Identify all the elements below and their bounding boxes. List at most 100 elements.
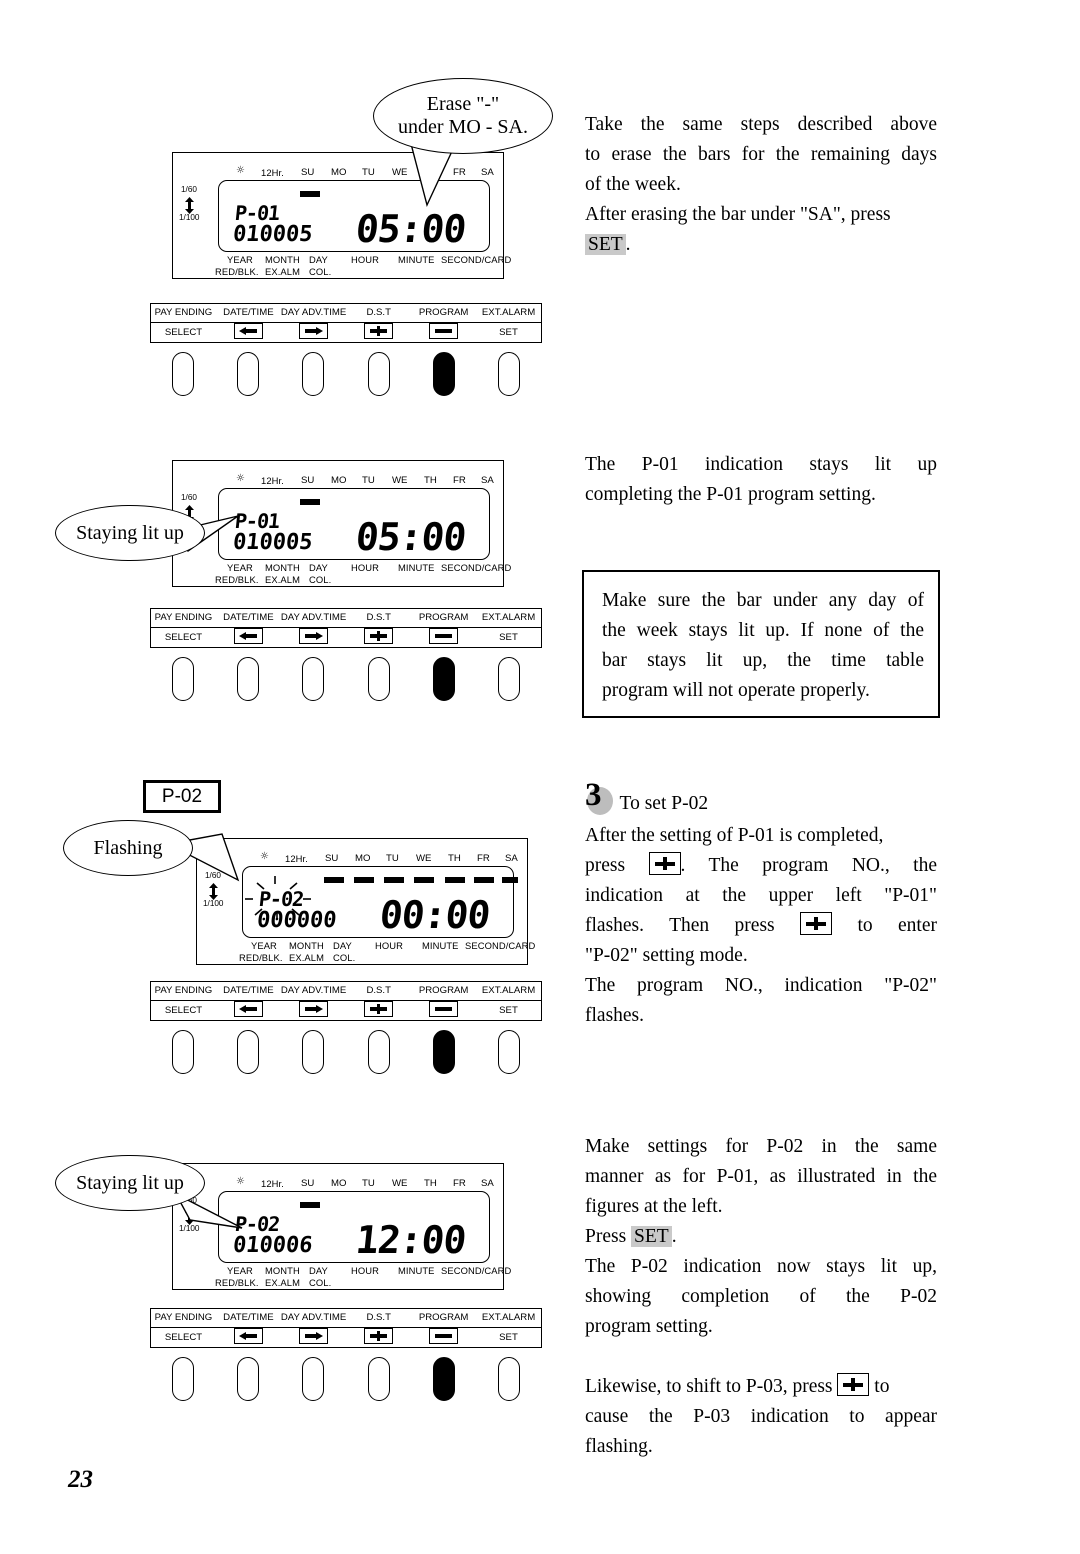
strip2-label-select: SELECT (164, 632, 203, 643)
minus-icon (429, 628, 458, 644)
key-cell-2-4 (411, 657, 476, 701)
key-pay-ending-1[interactable] (171, 352, 194, 396)
time-digits-3: 00:00 (377, 893, 492, 937)
note-box-line-1: Make sure the bar under any day of (602, 590, 924, 611)
key-pay-ending-3[interactable] (171, 1030, 194, 1074)
text-block-3-line-2: press . The program NO., the (585, 851, 937, 881)
text-block-4-line-8b: to (874, 1376, 890, 1397)
key-date-time-4[interactable] (236, 1357, 259, 1401)
key-cell-4-1 (215, 1357, 280, 1401)
day-label-fr-2: FR (453, 475, 466, 486)
strip3-label-pay-ending: PAY ENDING (154, 985, 213, 996)
day-label-th-3: TH (448, 853, 461, 864)
key-day-adv-time-4[interactable] (302, 1357, 325, 1401)
minus-icon (429, 323, 458, 339)
key-program-2[interactable] (432, 657, 455, 701)
day-label-th-4: TH (424, 1178, 437, 1189)
plus-key-inline-1 (648, 852, 681, 875)
key-program-3[interactable] (432, 1030, 455, 1074)
text-block-3-line-1: After the setting of P-01 is completed, (585, 825, 884, 846)
key-date-time-2[interactable] (236, 657, 259, 701)
key-dst-3[interactable] (367, 1030, 390, 1074)
key-dst-2[interactable] (367, 657, 390, 701)
footer-redblk-2: RED/BLK. (215, 574, 259, 585)
key-ext-alarm-3[interactable] (498, 1030, 521, 1074)
day-label-tu-4: TU (362, 1178, 375, 1189)
step-heading: To set P-02 (619, 793, 709, 814)
plus-icon (364, 323, 393, 339)
footer-day-4: DAY (309, 1265, 328, 1276)
note-box: Make sure the bar under any day of the w… (582, 570, 940, 718)
day-label-we-3: WE (416, 853, 432, 864)
key-cell-2-0 (150, 657, 215, 701)
strip1-label-pay-ending: PAY ENDING (154, 307, 213, 318)
strip3-label-date-time: DATE/TIME (223, 985, 274, 996)
key-day-adv-time-3[interactable] (302, 1030, 325, 1074)
key-day-adv-time-2[interactable] (302, 657, 325, 701)
footer-hour-3: HOUR (375, 940, 404, 951)
key-ext-alarm-1[interactable] (498, 352, 521, 396)
button-strip-3-bottom-row: SELECT SET (151, 1001, 541, 1021)
text-block-3-line-5: "P-02" setting mode. (585, 945, 748, 966)
day-label-mo-3: MO (355, 853, 371, 864)
key-ext-alarm-4[interactable] (498, 1357, 521, 1401)
strip1-label-ext-alarm: EXT.ALARM (481, 307, 536, 318)
footer-year-4: YEAR (227, 1265, 253, 1276)
key-cell-2-5 (477, 657, 542, 701)
scale-label-top-2: 1/60 (181, 493, 197, 502)
day-label-sa-2: SA (481, 475, 494, 486)
strip2-label-day-adv-time: DAY ADV.TIME (280, 612, 347, 623)
plus-key-inline-2 (800, 912, 833, 935)
callout-erase: Erase "-" under MO - SA. (373, 78, 553, 154)
strip3-label-dst: D.S.T (366, 985, 391, 996)
text-block-1-line-1: Take the same steps described above (585, 114, 937, 135)
strip4-plus-cell (346, 1328, 411, 1348)
key-date-time-1[interactable] (236, 352, 259, 396)
text-block-4-line-4a: Press (585, 1226, 627, 1247)
step-number-value: 3 (585, 777, 602, 813)
note-box-line-4: program will not operate properly. (602, 680, 870, 701)
day-label-we-2: WE (392, 475, 408, 486)
key-dst-4[interactable] (367, 1357, 390, 1401)
day-label-mo-4: MO (331, 1178, 347, 1189)
strip1-label-program: PROGRAM (418, 307, 469, 318)
text-block-1-line-4: After erasing the bar under "SA", press (585, 204, 891, 225)
key-cell-1-4 (411, 352, 476, 396)
key-pay-ending-2[interactable] (171, 657, 194, 701)
strip1-plus-cell (346, 323, 411, 343)
strip1-label-set: SET (499, 327, 518, 338)
text-block-4-line-5: The P-02 indication now stays lit up, (585, 1256, 937, 1277)
footer-col-4: COL. (309, 1277, 332, 1288)
strip3-label-select: SELECT (164, 1005, 203, 1016)
key-day-adv-time-1[interactable] (302, 352, 325, 396)
note-box-text: Make sure the bar under any day of the w… (602, 586, 924, 706)
key-pay-ending-4[interactable] (171, 1357, 194, 1401)
strip4-minus-cell (411, 1328, 476, 1348)
key-date-time-3[interactable] (236, 1030, 259, 1074)
text-block-4-line-3: figures at the left. (585, 1196, 723, 1217)
text-block-4-line-9: cause the P-03 indication to appear (585, 1406, 937, 1427)
right-arrow-icon (299, 628, 328, 644)
day-label-fr-3: FR (477, 853, 490, 864)
time-digits-4: 12:00 (353, 1218, 468, 1262)
key-cell-3-3 (346, 1030, 411, 1074)
key-cell-4-4 (411, 1357, 476, 1401)
key-row-3 (150, 1030, 542, 1074)
footer-day-2: DAY (309, 562, 328, 573)
strip1-right-arrow-cell (281, 323, 346, 343)
right-arrow-icon (299, 323, 328, 339)
key-cell-1-5 (477, 352, 542, 396)
key-cell-3-4 (411, 1030, 476, 1074)
text-block-3-line-4b: to enter (857, 915, 937, 936)
p02-box-label-text: P-02 (161, 786, 203, 807)
text-block-3-line-7: flashes. (585, 1005, 645, 1026)
key-program-4[interactable] (432, 1357, 455, 1401)
key-program-1[interactable] (432, 352, 455, 396)
key-ext-alarm-2[interactable] (498, 657, 521, 701)
footer-col-3: COL. (333, 952, 356, 963)
footer-month-4: MONTH (265, 1265, 300, 1276)
strip1-label-day-adv-time: DAY ADV.TIME (280, 307, 347, 318)
strip3-label-day-adv-time: DAY ADV.TIME (280, 985, 347, 996)
text-block-3: 3 To set P-02 After the setting of P-01 … (585, 779, 937, 1031)
key-dst-1[interactable] (367, 352, 390, 396)
